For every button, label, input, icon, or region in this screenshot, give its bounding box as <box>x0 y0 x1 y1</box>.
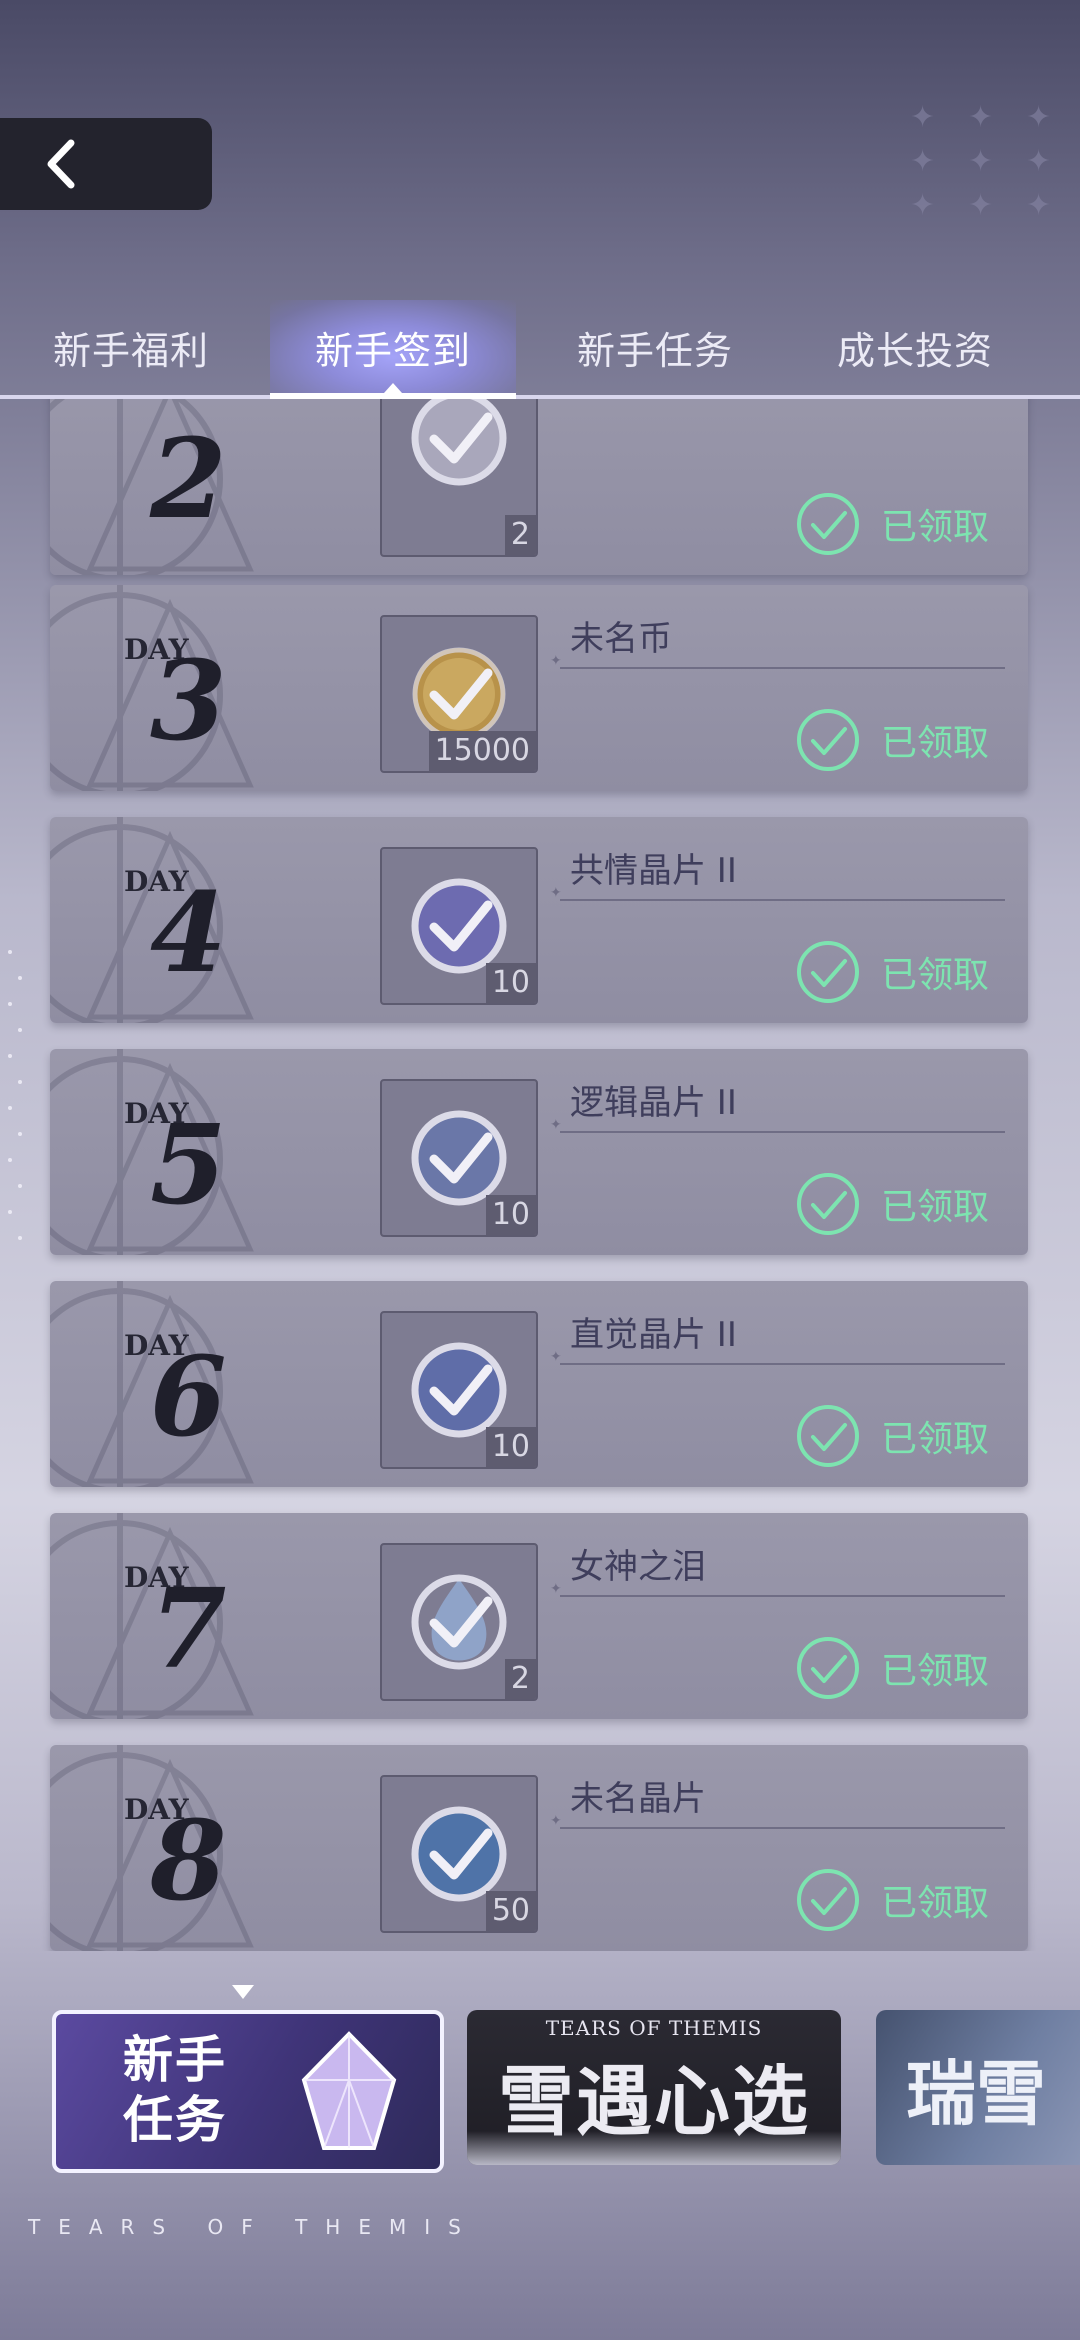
tab-label: 新手福利 <box>52 329 209 373</box>
day-number: 4 <box>150 868 227 997</box>
signin-card[interactable]: DAY 6 10 直觉晶片 II 已领取 <box>50 1281 1028 1487</box>
divider <box>550 653 1005 669</box>
check-circle-icon <box>797 1869 859 1931</box>
divider <box>550 1813 1005 1829</box>
check-circle-icon <box>797 493 859 555</box>
tab-label: 新手签到 <box>314 329 471 373</box>
sparkle-decoration: ✦ ✦ ✦ ✦ ✦ ✦ ✦ ✦ ✦ <box>910 100 1052 223</box>
claimed-status: 已领取 <box>795 707 989 773</box>
signin-card[interactable]: DAY 4 10 共情晶片 II 已领取 <box>50 817 1028 1023</box>
signin-list[interactable]: 2 2 已领取 DAY 3 15000 未名币 已领取 DAY 4 <box>0 399 1080 1951</box>
event-banner-carousel[interactable]: 新手 任务 TEARS OF THEMIS 雪遇心选 瑞雪 <box>0 1985 1080 2185</box>
check-circle-icon <box>797 941 859 1003</box>
divider <box>550 885 1005 901</box>
claimed-label: 已领取 <box>881 723 990 764</box>
tear-gem-icon <box>411 1574 507 1670</box>
divider <box>550 1581 1005 1597</box>
reward-item-box[interactable]: 2 <box>380 399 538 557</box>
day-number: 3 <box>150 636 227 765</box>
claimed-status: 已领取 <box>795 1867 989 1933</box>
reward-name: 女神之泪 <box>570 1547 706 1587</box>
reward-quantity: 10 <box>485 1427 536 1467</box>
claimed-label: 已领取 <box>881 1651 990 1692</box>
banner-title-line: 新手 <box>123 2031 227 2089</box>
check-circle-icon <box>797 1173 859 1235</box>
day-number: 8 <box>150 1796 227 1925</box>
divider <box>550 1349 1005 1365</box>
reward-item-box[interactable]: 2 <box>380 1543 538 1701</box>
reward-quantity: 10 <box>485 963 536 1003</box>
check-circle-icon <box>797 1637 859 1699</box>
tab-newbie-tasks[interactable]: 新手任务 <box>530 300 780 395</box>
claimed-status: 已领取 <box>795 1403 989 1469</box>
claimed-label: 已领取 <box>881 1883 990 1924</box>
tab-newbie-signin[interactable]: 新手签到 <box>270 300 516 399</box>
tab-label: 成长投资 <box>836 329 993 373</box>
day-number: 6 <box>150 1332 227 1461</box>
signin-card[interactable]: 2 2 已领取 <box>50 399 1028 575</box>
active-tab-pointer <box>384 383 402 393</box>
signin-card[interactable]: DAY 5 10 逻辑晶片 II 已领取 <box>50 1049 1028 1255</box>
check-circle-icon <box>797 1405 859 1467</box>
tab-newbie-welfare[interactable]: 新手福利 <box>0 300 262 395</box>
tab-bar: 新手福利 新手签到 新手任务 成长投资 <box>0 300 1080 399</box>
tab-label: 新手任务 <box>576 329 733 373</box>
reward-item-box[interactable]: 50 <box>380 1775 538 1933</box>
back-button[interactable] <box>0 118 212 210</box>
reward-item-box[interactable]: 10 <box>380 1311 538 1469</box>
claimed-status: 已领取 <box>795 1635 989 1701</box>
chevron-left-icon <box>47 139 75 189</box>
reward-name: 共情晶片 II <box>570 851 737 891</box>
banner-auspicious-snow[interactable]: 瑞雪 <box>876 2010 1080 2165</box>
divider <box>550 1117 1005 1133</box>
reward-name: 逻辑晶片 II <box>570 1083 737 1123</box>
tab-growth-investment[interactable]: 成长投资 <box>790 300 1040 395</box>
check-item-icon <box>411 399 507 486</box>
banner-title: 瑞雪 <box>906 2052 1046 2135</box>
reward-quantity: 10 <box>485 1195 536 1235</box>
banner-snow-event[interactable]: TEARS OF THEMIS 雪遇心选 <box>467 2010 841 2165</box>
reward-name: 直觉晶片 II <box>570 1315 737 1355</box>
selected-banner-pointer <box>232 1985 254 1999</box>
crystal-gem-icon <box>301 2031 397 2150</box>
reward-item-box[interactable]: 15000 <box>380 615 538 773</box>
signin-card[interactable]: DAY 8 50 未名晶片 已领取 <box>50 1745 1028 1951</box>
day-number: 5 <box>150 1100 227 1229</box>
claimed-status: 已领取 <box>795 1171 989 1237</box>
snow-decoration <box>467 2131 841 2165</box>
claimed-label: 已领取 <box>881 1419 990 1460</box>
day-number: 2 <box>150 414 227 543</box>
claimed-label: 已领取 <box>881 507 990 548</box>
banner-title-line: 任务 <box>123 2091 227 2149</box>
reward-item-box[interactable]: 10 <box>380 1079 538 1237</box>
reward-item-box[interactable]: 10 <box>380 847 538 1005</box>
banner-newbie-tasks[interactable]: 新手 任务 <box>52 2010 444 2173</box>
banner-subtitle: TEARS OF THEMIS <box>545 2016 763 2040</box>
claimed-label: 已领取 <box>881 955 990 996</box>
claimed-status: 已领取 <box>795 491 989 557</box>
reward-name: 未名币 <box>570 619 672 659</box>
day-number: 7 <box>150 1564 227 1693</box>
signin-card[interactable]: DAY 3 15000 未名币 已领取 <box>50 585 1028 791</box>
reward-quantity: 2 <box>504 515 536 555</box>
brand-text: TEARS OF THEMIS <box>28 2215 479 2239</box>
claimed-label: 已领取 <box>881 1187 990 1228</box>
banner-title: 新手 任务 <box>90 2030 260 2150</box>
reward-quantity: 15000 <box>428 731 536 771</box>
reward-name: 未名晶片 <box>570 1779 706 1819</box>
signin-card[interactable]: DAY 7 2 女神之泪 已领取 <box>50 1513 1028 1719</box>
claimed-status: 已领取 <box>795 939 989 1005</box>
reward-quantity: 50 <box>485 1891 536 1931</box>
check-circle-icon <box>797 709 859 771</box>
reward-quantity: 2 <box>504 1659 536 1699</box>
